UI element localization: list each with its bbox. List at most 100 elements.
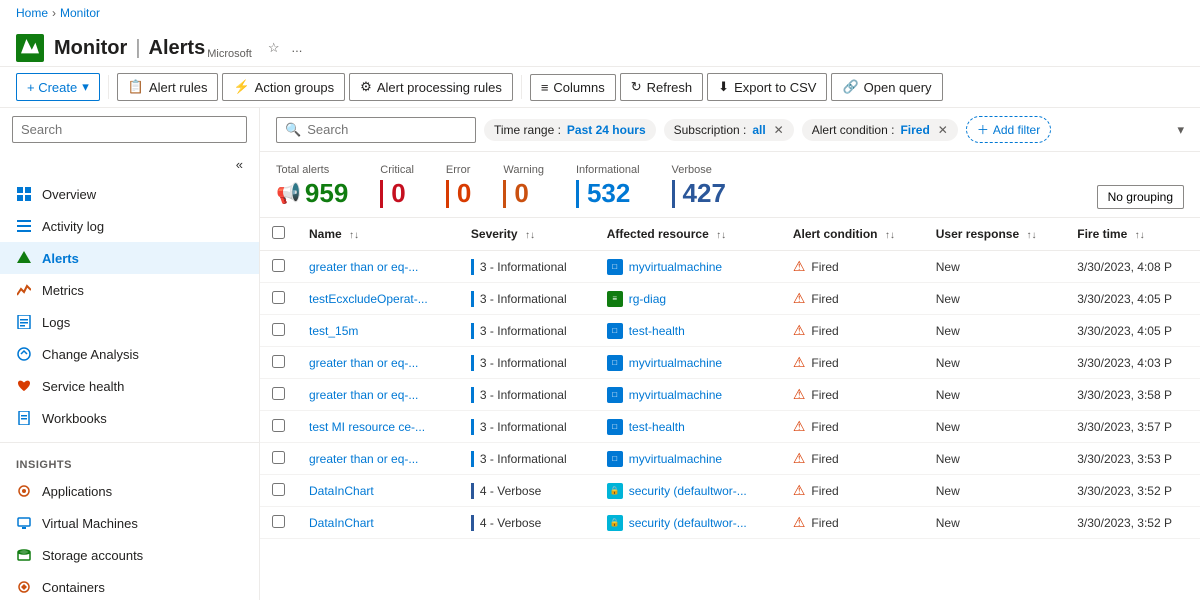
resource-link[interactable]: security (defaultwor-...	[629, 484, 747, 498]
row-checkbox[interactable]	[272, 323, 285, 336]
row-checkbox[interactable]	[272, 483, 285, 496]
alert-name-link[interactable]: greater than or eq-...	[309, 260, 418, 274]
subscription-filter-close[interactable]: ✕	[774, 123, 784, 137]
row-checkbox[interactable]	[272, 451, 285, 464]
rg-icon: ≡	[607, 291, 623, 307]
sidebar-item-workbooks[interactable]: Workbooks	[0, 402, 259, 434]
row-checkbox[interactable]	[272, 355, 285, 368]
vendor-label: Microsoft	[207, 48, 252, 62]
favorite-icon[interactable]: ☆	[268, 40, 280, 56]
sidebar-item-virtual-machines[interactable]: Virtual Machines	[0, 507, 259, 539]
logs-icon	[16, 314, 32, 330]
row-checkbox[interactable]	[272, 419, 285, 432]
col-fire-time[interactable]: Fire time ↑↓	[1065, 218, 1200, 251]
resource-link[interactable]: rg-diag	[629, 292, 666, 306]
sidebar-item-logs[interactable]: Logs	[0, 306, 259, 338]
row-checkbox[interactable]	[272, 259, 285, 272]
vm-icon: □	[607, 419, 623, 435]
export-csv-button[interactable]: ⬇ Export to CSV	[707, 73, 827, 101]
sidebar-item-service-health[interactable]: Service health	[0, 370, 259, 402]
row-checkbox[interactable]	[272, 291, 285, 304]
sidebar-item-metrics[interactable]: Metrics	[0, 274, 259, 306]
query-icon: 🔗	[842, 79, 858, 95]
col-alert-condition[interactable]: Alert condition ↑↓	[781, 218, 924, 251]
alert-name-link[interactable]: DataInChart	[309, 484, 374, 498]
sidebar-search-container	[0, 108, 259, 151]
more-icon[interactable]: ...	[292, 40, 303, 56]
table-row: DataInChart4 - Verbose🔒security (default…	[260, 475, 1200, 507]
table-row: test MI resource ce-...3 - Informational…	[260, 411, 1200, 443]
resource-link[interactable]: myvirtualmachine	[629, 260, 722, 274]
alert-name-link[interactable]: greater than or eq-...	[309, 356, 418, 370]
columns-button[interactable]: ≡ Columns	[530, 74, 616, 101]
sidebar-item-alerts[interactable]: Alerts	[0, 242, 259, 274]
sidebar-item-applications[interactable]: Applications	[0, 475, 259, 507]
vm-icon: □	[607, 355, 623, 371]
alert-name-link[interactable]: greater than or eq-...	[309, 452, 418, 466]
filter-expand-button[interactable]: ▾	[1177, 122, 1184, 138]
content-area: 🔍 Time range : Past 24 hours Subscriptio…	[260, 108, 1200, 600]
sidebar-item-change-analysis[interactable]: Change Analysis	[0, 338, 259, 370]
col-severity[interactable]: Severity ↑↓	[459, 218, 595, 251]
condition-cell: ⚠Fired	[793, 482, 912, 499]
refresh-button[interactable]: ↻ Refresh	[620, 73, 703, 101]
alert-name-link[interactable]: testEcxcludeOperat-...	[309, 292, 428, 306]
alert-name-link[interactable]: test_15m	[309, 324, 358, 338]
resource-cell: □ test-health	[607, 419, 769, 435]
resource-link[interactable]: test-health	[629, 324, 685, 338]
sidebar-item-activity-log[interactable]: Activity log	[0, 210, 259, 242]
condition-cell: ⚠Fired	[793, 354, 912, 371]
select-all-header[interactable]	[260, 218, 297, 251]
condition-cell: ⚠Fired	[793, 290, 912, 307]
name-sort-icon: ↑↓	[349, 230, 359, 241]
time-range-filter[interactable]: Time range : Past 24 hours	[484, 119, 656, 141]
resource-link[interactable]: myvirtualmachine	[629, 452, 722, 466]
breadcrumb-monitor[interactable]: Monitor	[60, 6, 100, 20]
alert-name-link[interactable]: DataInChart	[309, 516, 374, 530]
table-row: greater than or eq-...3 - Informational□…	[260, 379, 1200, 411]
resource-cell: □myvirtualmachine	[607, 259, 769, 275]
subscription-filter[interactable]: Subscription : all ✕	[664, 119, 794, 141]
col-name[interactable]: Name ↑↓	[297, 218, 459, 251]
resource-link[interactable]: test-health	[629, 420, 685, 434]
sidebar-search-input[interactable]	[12, 116, 247, 143]
resource-cell: 🔒security (defaultwor-...	[607, 483, 769, 499]
vm-icon: □	[607, 451, 623, 467]
alert-condition-filter[interactable]: Alert condition : Fired ✕	[802, 119, 958, 141]
row-checkbox[interactable]	[272, 515, 285, 528]
alert-processing-rules-button[interactable]: ⚙ Alert processing rules	[349, 73, 513, 101]
alert-rules-button[interactable]: 📋 Alert rules	[117, 73, 219, 101]
resource-cell: □test-health	[607, 323, 769, 339]
table-row: greater than or eq-...3 - Informational□…	[260, 251, 1200, 283]
sidebar-item-storage-accounts[interactable]: Storage accounts	[0, 539, 259, 571]
resource-link[interactable]: security (defaultwor-...	[629, 516, 747, 530]
no-grouping-button[interactable]: No grouping	[1097, 185, 1184, 209]
alert-name-link[interactable]: greater than or eq-...	[309, 388, 418, 402]
col-affected-resource[interactable]: Affected resource ↑↓	[595, 218, 781, 251]
alerts-search-input[interactable]	[307, 122, 467, 137]
resource-link[interactable]: myvirtualmachine	[629, 388, 722, 402]
sidebar-collapse-button[interactable]: «	[0, 151, 259, 178]
action-groups-button[interactable]: ⚡ Action groups	[222, 73, 345, 101]
breadcrumb-home[interactable]: Home	[16, 6, 48, 20]
create-chevron: ▾	[82, 79, 89, 95]
select-all-checkbox[interactable]	[272, 226, 285, 239]
table-row: test_15m3 - Informational□test-health⚠Fi…	[260, 315, 1200, 347]
add-filter-button[interactable]: ＋ Add filter	[966, 116, 1051, 143]
condition-cell: ⚠Fired	[793, 322, 912, 339]
severity-cell: 3 - Informational	[471, 387, 583, 403]
create-button[interactable]: + Create ▾	[16, 73, 100, 101]
main-layout: « Overview Activity log Alerts	[0, 108, 1200, 600]
sidebar-item-containers[interactable]: Containers	[0, 571, 259, 600]
alert-name-link[interactable]: test MI resource ce-...	[309, 420, 425, 434]
open-query-button[interactable]: 🔗 Open query	[831, 73, 942, 101]
condition-cell: ⚠Fired	[793, 418, 912, 435]
table-row: greater than or eq-...3 - Informational□…	[260, 443, 1200, 475]
sidebar-item-overview[interactable]: Overview	[0, 178, 259, 210]
alert-condition-filter-close[interactable]: ✕	[938, 123, 948, 137]
resource-link[interactable]: myvirtualmachine	[629, 356, 722, 370]
heart-icon	[16, 378, 32, 394]
col-user-response[interactable]: User response ↑↓	[924, 218, 1065, 251]
applications-icon	[16, 483, 32, 499]
row-checkbox[interactable]	[272, 387, 285, 400]
